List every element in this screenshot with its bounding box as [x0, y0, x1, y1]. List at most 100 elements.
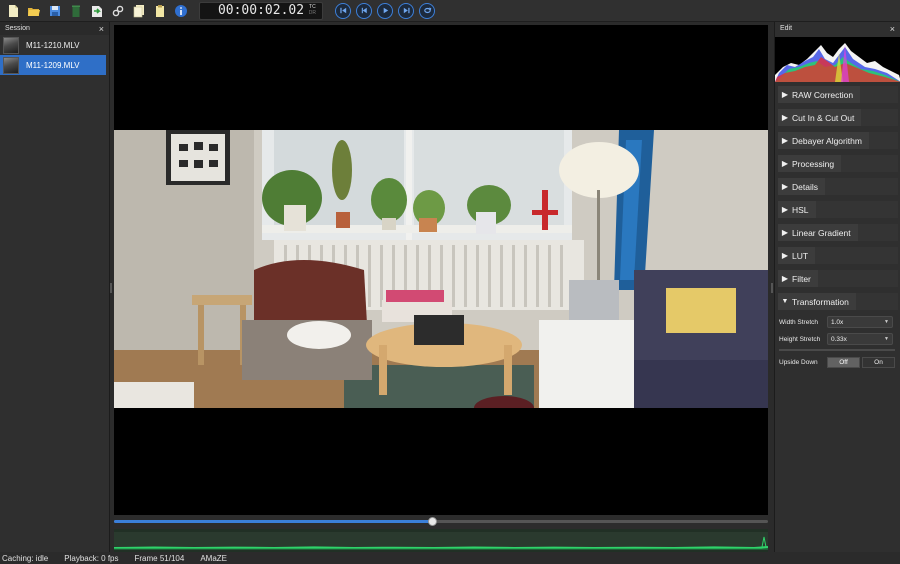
upside-down-on-button[interactable]: On	[862, 356, 895, 368]
section-bar	[824, 178, 898, 195]
info-icon[interactable]	[172, 2, 189, 19]
edit-header: Edit ×	[775, 22, 900, 35]
section-bar	[857, 224, 898, 241]
section-bar	[861, 109, 898, 126]
section-label: HSL	[792, 204, 809, 215]
section-label: LUT	[792, 250, 809, 261]
histogram	[775, 37, 900, 82]
export-icon[interactable]	[88, 2, 105, 19]
section-label: Linear Gradient	[792, 227, 851, 238]
section-label-box: ▶ Filter	[778, 270, 818, 287]
status-bar: Caching: idle Playback: 0 fps Frame 51/1…	[0, 552, 900, 564]
save-icon[interactable]	[46, 2, 63, 19]
timecode-mode-label: TC DR	[309, 4, 316, 16]
edit-section-header[interactable]: ▶ Debayer Algorithm	[778, 131, 898, 150]
section-bar	[815, 247, 898, 264]
session-title: Session	[5, 25, 30, 32]
edit-section-header[interactable]: ▶ Processing	[778, 154, 898, 173]
section-label-box: ▶ Processing	[778, 155, 842, 172]
step-back-icon[interactable]	[356, 2, 372, 19]
playback-status: Playback: 0 fps	[64, 553, 119, 563]
clip-thumbnail	[3, 36, 19, 54]
height-stretch-select[interactable]: 0.33x ▼	[827, 333, 893, 345]
session-list: M11-1210.MLV M11-1209.MLV	[0, 35, 109, 75]
caching-status: Caching: idle	[2, 553, 49, 563]
chevron-down-icon: ▼	[884, 336, 889, 342]
clip-label: M11-1209.MLV	[26, 60, 80, 70]
tc-label: TC	[309, 3, 316, 10]
section-bar	[860, 86, 898, 103]
edit-section-header[interactable]: ▶ HSL	[778, 200, 898, 219]
section-label-box: ▶ LUT	[778, 247, 816, 264]
open-folder-icon[interactable]	[25, 2, 42, 19]
session-panel: Session × M11-1210.MLV M11-1209.MLV	[0, 22, 110, 552]
edit-sections: ▶ RAW Correction ▶ Cut In & Cut Out ▶ Debayer…	[775, 85, 900, 311]
section-label-box: ▶ Details	[778, 178, 825, 195]
edit-section-header[interactable]: ▶ Cut In & Cut Out	[778, 108, 898, 127]
divider	[779, 349, 895, 351]
section-label: Filter	[792, 273, 811, 284]
edit-section-header[interactable]: ▶ Filter	[778, 269, 898, 288]
edit-section-header[interactable]: ▼ Transformation	[778, 292, 898, 311]
triangle-right-icon: ▶	[781, 90, 789, 99]
timeline-slider[interactable]	[114, 515, 768, 529]
edit-section-header[interactable]: ▶ Linear Gradient	[778, 223, 898, 242]
debayer-status: AMaZE	[200, 553, 227, 563]
edit-section-header[interactable]: ▶ LUT	[778, 246, 898, 265]
triangle-right-icon: ▶	[781, 274, 789, 283]
triangle-right-icon: ▶	[781, 228, 789, 237]
copy-icon[interactable]	[130, 2, 147, 19]
jump-end-icon[interactable]	[398, 2, 414, 19]
section-label: Processing	[792, 158, 835, 169]
session-header: Session ×	[0, 22, 109, 35]
edit-section-header[interactable]: ▶ Details	[778, 177, 898, 196]
paste-icon[interactable]	[151, 2, 168, 19]
link-icon[interactable]	[109, 2, 126, 19]
audio-waveform	[114, 529, 768, 552]
section-bar	[868, 132, 898, 149]
upside-down-label: Upside Down	[779, 358, 818, 366]
triangle-right-icon: ▶	[781, 182, 789, 191]
section-label-box: ▼ Transformation	[778, 293, 856, 310]
new-file-icon[interactable]	[4, 2, 21, 19]
triangle-right-icon: ▶	[781, 205, 789, 214]
loop-icon[interactable]	[419, 2, 435, 19]
edit-section-header[interactable]: ▶ RAW Correction	[778, 85, 898, 104]
session-clip-item[interactable]: M11-1210.MLV	[0, 35, 106, 55]
section-label-box: ▶ Linear Gradient	[778, 224, 858, 241]
triangle-right-icon: ▶	[781, 136, 789, 145]
jump-start-icon[interactable]	[335, 2, 351, 19]
close-icon[interactable]: ×	[890, 24, 895, 34]
clip-label: M11-1210.MLV	[26, 40, 80, 50]
width-stretch-row: Width Stretch 1.0x ▼	[779, 315, 900, 329]
triangle-down-icon: ▼	[781, 298, 789, 305]
timecode-value: 00:00:02.02	[217, 3, 305, 18]
triangle-right-icon: ▶	[781, 113, 789, 122]
edit-title: Edit	[780, 25, 793, 32]
right-panel-resize-handle[interactable]	[771, 283, 773, 293]
frame-counter: Frame 51/104	[134, 553, 185, 563]
chevron-down-icon: ▼	[884, 319, 889, 325]
timeline-handle[interactable]	[427, 517, 437, 526]
upside-down-row: Upside Down Off On	[779, 355, 900, 369]
trash-icon[interactable]	[67, 2, 84, 19]
section-label: Transformation	[792, 296, 849, 307]
triangle-right-icon: ▶	[781, 251, 789, 260]
section-label: Cut In & Cut Out	[792, 112, 855, 123]
section-label-box: ▶ RAW Correction	[778, 86, 861, 103]
section-bar	[841, 155, 898, 172]
upside-down-off-button[interactable]: Off	[827, 356, 860, 368]
width-stretch-select[interactable]: 1.0x ▼	[827, 316, 893, 328]
section-label: RAW Correction	[792, 89, 854, 100]
dr-label: DR	[308, 9, 316, 16]
session-clip-item[interactable]: M11-1209.MLV	[0, 55, 106, 75]
section-label-box: ▶ Cut In & Cut Out	[778, 109, 862, 126]
left-panel-resize-handle[interactable]	[110, 283, 112, 293]
section-bar	[855, 293, 898, 310]
timecode-display: 00:00:02.02 TC DR	[199, 1, 323, 20]
play-icon[interactable]	[377, 2, 393, 19]
video-viewer[interactable]	[114, 25, 768, 515]
section-bar	[817, 270, 898, 287]
close-icon[interactable]: ×	[99, 24, 104, 34]
upside-down-toggle: Off On	[827, 356, 895, 368]
